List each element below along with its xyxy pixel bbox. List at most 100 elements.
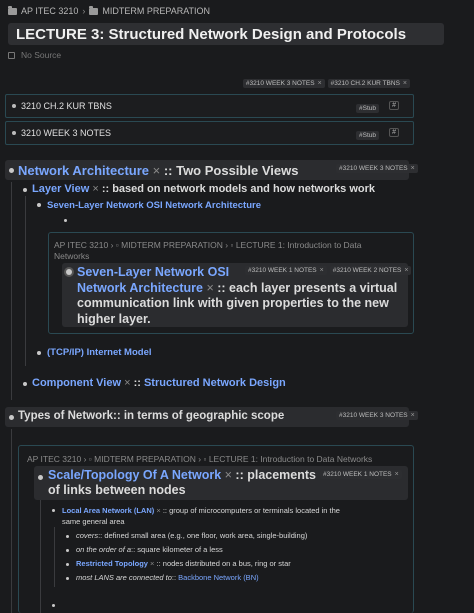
restricted-topology-block: Restricted Topology × :: nodes distribut… [76,558,291,569]
reference-label[interactable]: 3210 CH.2 KUR TBNS [21,101,112,111]
bullet-icon[interactable] [12,131,16,135]
breadcrumb-item[interactable]: AP ITEC 3210 [21,6,78,16]
close-icon[interactable]: × [404,267,408,274]
bullet-icon[interactable] [64,219,67,222]
reference-block[interactable]: 3210 WEEK 3 NOTES #Stub # [5,121,414,145]
tag-label: #3210 WEEK 1 NOTES [248,267,317,274]
hash-icon[interactable]: # [389,128,399,137]
tag[interactable]: #3210 WEEK 3 NOTES × [336,411,418,420]
indent-guide [25,196,26,366]
reference-label[interactable]: 3210 WEEK 3 NOTES [21,128,111,138]
layer-view-block: Layer View × :: based on network models … [32,183,375,195]
network-architecture-block: Network Architecture × :: Two Possible V… [18,163,298,178]
block-text: higher layer. [77,311,151,326]
page-link[interactable]: Structured Network Design [144,377,286,389]
breadcrumb-item[interactable]: LECTURE 1: Introduction to Data [236,240,362,250]
property-key: covers [76,531,99,540]
breadcrumb-item[interactable]: MIDTERM PREPARATION [94,454,196,464]
tag-group: #3210 WEEK 1 NOTES × #3210 WEEK 2 NOTES × [245,266,412,275]
tag-label: #3210 WEEK 3 NOTES [339,412,408,419]
bullet-icon[interactable] [66,577,69,580]
page-link[interactable]: (TCP/IP) Internet Model [47,347,152,358]
close-icon[interactable]: × [411,165,415,172]
stub-tag[interactable]: #Stub [356,104,379,113]
page-tags: #3210 WEEK 3 NOTES × #3210 CH.2 KUR TBNS × [242,79,410,88]
breadcrumb-item[interactable]: Networks [54,251,89,261]
breadcrumb-item[interactable]: MIDTERM PREPARATION [121,240,223,250]
block-text: same general area [62,517,125,526]
hash-icon[interactable]: # [389,101,399,110]
reference-block[interactable]: 3210 CH.2 KUR TBNS #Stub # [5,94,414,118]
indent-guide [54,527,55,587]
bullet-icon[interactable] [37,203,41,207]
page-link[interactable]: Backbone Network (BN) [178,573,258,582]
property-key: most LANS are connected to [76,573,172,582]
page-link[interactable]: Restricted Topology [76,559,148,568]
page-link[interactable]: Component View [32,377,121,389]
block-text: :: group of microcomputers or terminals … [162,506,340,515]
breadcrumb-item[interactable]: AP ITEC 3210 [27,454,81,464]
close-icon[interactable]: × [411,412,415,419]
scale-topology-block: Scale/Topology Of A Network × :: placeme… [48,468,338,498]
tag[interactable]: #3210 WEEK 3 NOTES × [336,164,418,173]
source-row: No Source [8,50,61,60]
bullet-icon[interactable] [9,168,14,173]
bullet-icon[interactable] [23,188,27,192]
page-link[interactable]: Seven-Layer Network OSI [77,265,229,279]
breadcrumb-item[interactable]: MIDTERM PREPARATION [102,6,210,16]
folder-icon [8,5,17,15]
page-link[interactable]: Local Area Network (LAN) [62,506,154,515]
close-icon[interactable]: × [89,183,102,195]
page-link[interactable]: Network Architecture [77,281,203,295]
tag[interactable]: #3210 WEEK 1 NOTES × [320,470,402,479]
bullet-icon[interactable] [12,104,16,108]
close-icon[interactable]: × [395,471,399,478]
bullet-icon[interactable] [37,351,41,355]
embed-breadcrumb: AP ITEC 3210 › ▫ MIDTERM PREPARATION › ▫… [54,240,362,262]
bullet-icon[interactable] [66,535,69,538]
tcpip-block: (TCP/IP) Internet Model [47,347,152,358]
tag[interactable]: #3210 WEEK 2 NOTES × [329,266,412,275]
breadcrumb-item[interactable]: LECTURE 1: Introduction to Data Networks [209,454,372,464]
tag-label: #3210 WEEK 3 NOTES [245,80,315,87]
bullet-icon[interactable] [66,563,69,566]
pin-icon[interactable] [8,51,15,59]
block-text: :: based on network models and how netwo… [101,183,376,195]
close-icon[interactable]: × [403,80,407,87]
covers-block: covers:: defined small area (e.g., one f… [76,530,307,541]
close-icon[interactable]: × [203,281,217,295]
osi-block: Seven-Layer Network OSI Network Architec… [47,200,261,211]
page-link[interactable]: Seven-Layer Network OSI Network Architec… [47,200,261,211]
bullet-icon[interactable] [9,415,14,420]
bullet-icon[interactable] [66,269,72,275]
breadcrumb-item[interactable]: AP ITEC 3210 [54,240,108,250]
page-icon: ▫ [203,454,207,464]
page-link[interactable]: Layer View [32,183,89,195]
chevron-right-icon: › [82,6,86,16]
close-icon[interactable]: × [148,559,157,568]
bullet-icon[interactable] [38,475,43,480]
close-icon[interactable]: × [221,468,235,482]
source-label[interactable]: No Source [21,50,61,60]
page-icon: ▫ [115,240,119,250]
block-text: :: each layer presents a virtual [217,280,398,295]
bullet-icon[interactable] [52,604,55,607]
close-icon[interactable]: × [154,506,163,515]
block-text: :: defined small area (e.g., one floor, … [98,531,308,540]
tag-label: #3210 WEEK 2 NOTES [332,267,402,274]
bullet-icon[interactable] [23,382,27,386]
close-icon[interactable]: × [320,267,324,274]
bullet-icon[interactable] [52,509,55,512]
stub-tag[interactable]: #Stub [356,131,379,140]
page-link[interactable]: Network Architecture [18,163,149,178]
types-of-network-block[interactable]: Types of Network:: in terms of geographi… [18,410,284,422]
bullet-icon[interactable] [66,549,69,552]
close-icon[interactable]: × [121,377,134,389]
tag[interactable]: #3210 CH.2 KUR TBNS × [327,79,410,88]
close-icon[interactable]: × [149,163,164,178]
page-link[interactable]: Scale/Topology Of A Network [48,468,221,482]
close-icon[interactable]: × [318,80,322,87]
page-title[interactable]: LECTURE 3: Structured Network Design and… [16,26,406,43]
tag[interactable]: #3210 WEEK 1 NOTES × [245,266,327,275]
tag[interactable]: #3210 WEEK 3 NOTES × [242,79,325,88]
